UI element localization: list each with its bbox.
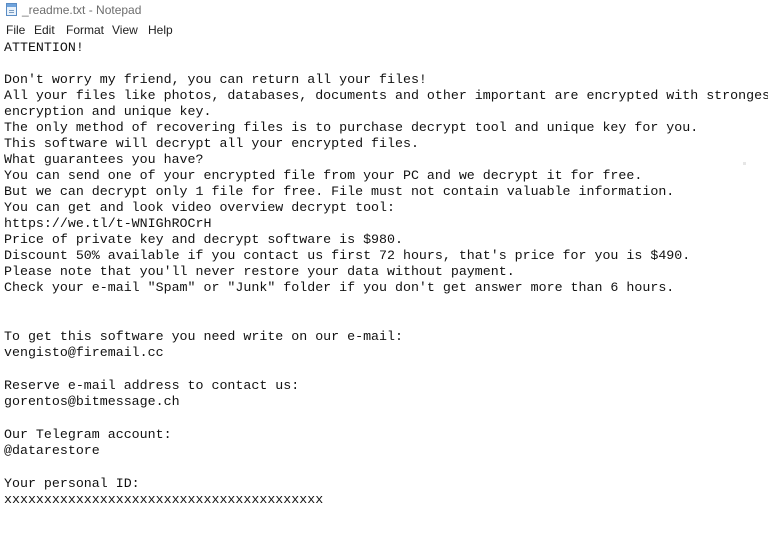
text-line: All your files like photos, databases, d… [4, 88, 768, 103]
text-line: But we can decrypt only 1 file for free.… [4, 184, 675, 199]
text-line: Our Telegram account: [4, 427, 172, 442]
email-line: gorentos@bitmessage.ch [4, 394, 180, 409]
email-line: vengisto@firemail.cc [4, 345, 164, 360]
text-line: Please note that you'll never restore yo… [4, 264, 515, 279]
notepad-window: _readme.txt - Notepad File Edit Format V… [0, 0, 768, 560]
menu-bar: File Edit Format View Help [0, 20, 768, 39]
text-line: Price of private key and decrypt softwar… [4, 232, 403, 247]
telegram-line: @datarestore [4, 443, 100, 458]
text-line: Your personal ID: [4, 476, 140, 491]
menu-format[interactable]: Format [66, 23, 104, 37]
text-line: You can send one of your encrypted file … [4, 168, 643, 183]
menu-help[interactable]: Help [148, 23, 173, 37]
text-line: Check your e-mail "Spam" or "Junk" folde… [4, 280, 675, 295]
text-line: ATTENTION! [4, 40, 84, 55]
text-line: Reserve e-mail address to contact us: [4, 378, 300, 393]
menu-edit[interactable]: Edit [34, 23, 55, 37]
text-line: Don't worry my friend, you can return al… [4, 72, 427, 87]
text-line: To get this software you need write on o… [4, 329, 403, 344]
text-line: This software will decrypt all your encr… [4, 136, 419, 151]
text-line: The only method of recovering files is t… [4, 120, 699, 135]
menu-view[interactable]: View [112, 23, 138, 37]
personal-id-line: xxxxxxxxxxxxxxxxxxxxxxxxxxxxxxxxxxxxxxxx [4, 492, 324, 507]
text-line: encryption and unique key. [4, 104, 212, 119]
text-line: Discount 50% available if you contact us… [4, 248, 691, 263]
text-editor-area[interactable]: ATTENTION! Don't worry my friend, you ca… [0, 38, 768, 560]
text-line: You can get and look video overview decr… [4, 200, 395, 215]
title-bar[interactable]: _readme.txt - Notepad [0, 0, 768, 20]
notepad-icon [6, 3, 17, 16]
window-title: _readme.txt - Notepad [22, 3, 142, 17]
text-line: What guarantees you have? [4, 152, 204, 167]
url-line: https://we.tl/t-WNIGhROCrH [4, 216, 212, 231]
menu-file[interactable]: File [6, 23, 25, 37]
